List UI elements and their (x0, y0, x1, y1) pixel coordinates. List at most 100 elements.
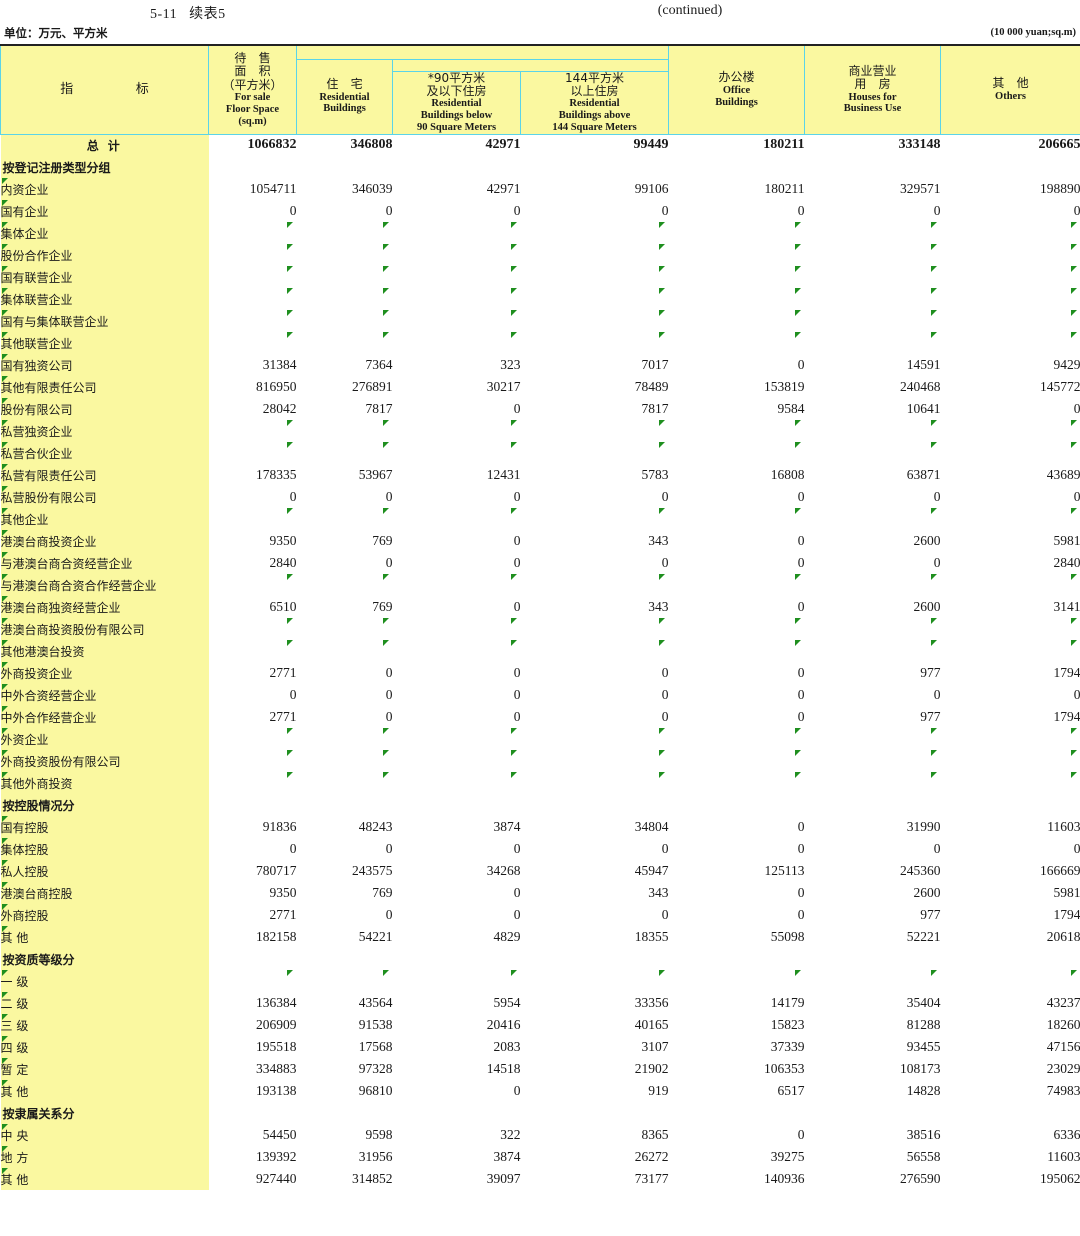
error-marker-icon (1, 684, 8, 691)
cell-value-text: 11603 (1047, 1149, 1080, 1165)
error-marker-icon (510, 310, 517, 317)
cell-value: 0 (668, 816, 805, 839)
header-indicator-left: 指 (60, 81, 74, 97)
error-marker-icon (1070, 508, 1077, 515)
cell-value (520, 750, 669, 773)
cell-value-text: 0 (797, 1127, 805, 1143)
cell-value-text: 178335 (256, 467, 297, 483)
cell-value (208, 948, 297, 971)
row-label-text: 中外合作经营企业 (0, 710, 97, 725)
cell-value: 43689 (940, 464, 1080, 487)
row-label: 三 级 (0, 1014, 209, 1037)
cell-value: 2771 (208, 904, 297, 927)
cell-value: 40165 (520, 1014, 669, 1037)
header-below90-en3: 90 Square Meters (416, 121, 497, 133)
cell-value (668, 948, 805, 971)
cell-value: 0 (296, 904, 393, 927)
cell-value (940, 1102, 1080, 1125)
error-marker-icon (930, 640, 937, 647)
error-marker-icon (382, 772, 389, 779)
table-row: 其他外商投资 (0, 772, 1080, 795)
cell-value: 54221 (296, 926, 393, 949)
row-label: 私营有限责任公司 (0, 464, 209, 487)
error-marker-icon (1, 266, 8, 273)
error-marker-icon (930, 970, 937, 977)
cell-value-text: 91836 (262, 819, 297, 835)
row-label: 私营合伙企业 (0, 442, 209, 465)
row-label-text: 四 级 (0, 1040, 29, 1055)
cell-value-text: 7017 (641, 357, 669, 373)
cell-value-text: 346808 (350, 137, 393, 153)
cell-value (520, 618, 669, 641)
header-forsale-en1: For sale (234, 92, 271, 104)
cell-value-text: 9350 (269, 533, 297, 549)
row-label-text: 其他港澳台投资 (0, 644, 85, 659)
cell-value: 145772 (940, 376, 1080, 399)
row-label-text: 其他有限责任公司 (0, 380, 97, 395)
cell-value: 333148 (804, 134, 941, 157)
error-marker-icon (382, 728, 389, 735)
table-row: 私营独资企业 (0, 420, 1080, 443)
cell-value (296, 574, 393, 597)
cell-value (940, 728, 1080, 751)
error-marker-icon (1, 398, 8, 405)
header-above144-en2: Buildings above (558, 110, 631, 122)
row-label: 其 他 (0, 1080, 209, 1103)
cell-value (208, 970, 297, 993)
cell-value (208, 310, 297, 333)
cell-value-text: 1794 (1053, 907, 1080, 923)
header-office-cn1: 办公楼 (718, 70, 755, 85)
cell-value-text: 48243 (358, 819, 393, 835)
cell-value (392, 948, 521, 971)
error-marker-icon (382, 266, 389, 273)
cell-value-text: 314852 (352, 1171, 393, 1187)
cell-value-text: 74983 (1046, 1083, 1080, 1099)
cell-value: 99106 (520, 178, 669, 201)
row-label: 私营独资企业 (0, 420, 209, 443)
header-forsale-cn1: 待 售 (234, 51, 275, 66)
error-marker-icon (658, 772, 665, 779)
table-row: 股份合作企业 (0, 244, 1080, 267)
error-marker-icon (930, 728, 937, 735)
cell-value (668, 332, 805, 355)
cell-value-text: 333148 (898, 137, 941, 153)
cell-value: 0 (668, 200, 805, 223)
table-row: 国有联营企业 (0, 266, 1080, 289)
cell-value-text: 99106 (634, 181, 669, 197)
cell-value-text: 0 (513, 1083, 521, 1099)
cell-value (296, 222, 393, 245)
error-marker-icon (1, 288, 8, 295)
error-marker-icon (1, 530, 8, 537)
cell-value-text: 0 (933, 203, 941, 219)
cell-value (668, 244, 805, 267)
row-label: 外资企业 (0, 728, 209, 751)
row-label-text: 按隶属关系分 (2, 1106, 75, 1121)
cell-value: 0 (668, 706, 805, 729)
cell-value (520, 442, 669, 465)
cell-value (520, 574, 669, 597)
cell-value: 0 (392, 904, 521, 927)
error-marker-icon (286, 244, 293, 251)
row-label: 港澳台商独资经营企业 (0, 596, 209, 619)
error-marker-icon (1, 1124, 8, 1131)
table-row: 集体企业 (0, 222, 1080, 245)
cell-value: 178335 (208, 464, 297, 487)
cell-value: 139392 (208, 1146, 297, 1169)
header-forsale-cn2: 面 积 (234, 64, 275, 79)
cell-value-text: 195518 (256, 1039, 297, 1055)
cell-value: 816950 (208, 376, 297, 399)
cell-value: 0 (668, 530, 805, 553)
cell-value: 977 (804, 706, 941, 729)
row-label-text: 其他外商投资 (0, 776, 73, 791)
error-marker-icon (658, 442, 665, 449)
row-label-text: 其 他 (0, 930, 29, 945)
cell-value: 31956 (296, 1146, 393, 1169)
cell-value: 55098 (668, 926, 805, 949)
row-label-text: 外资企业 (0, 732, 49, 747)
cell-value: 5981 (940, 530, 1080, 553)
header-below90-cn1: *90平方米 (427, 70, 486, 85)
cell-value: 10641 (804, 398, 941, 421)
cell-value: 4829 (392, 926, 521, 949)
error-marker-icon (930, 310, 937, 317)
cell-value-text: 0 (385, 907, 393, 923)
